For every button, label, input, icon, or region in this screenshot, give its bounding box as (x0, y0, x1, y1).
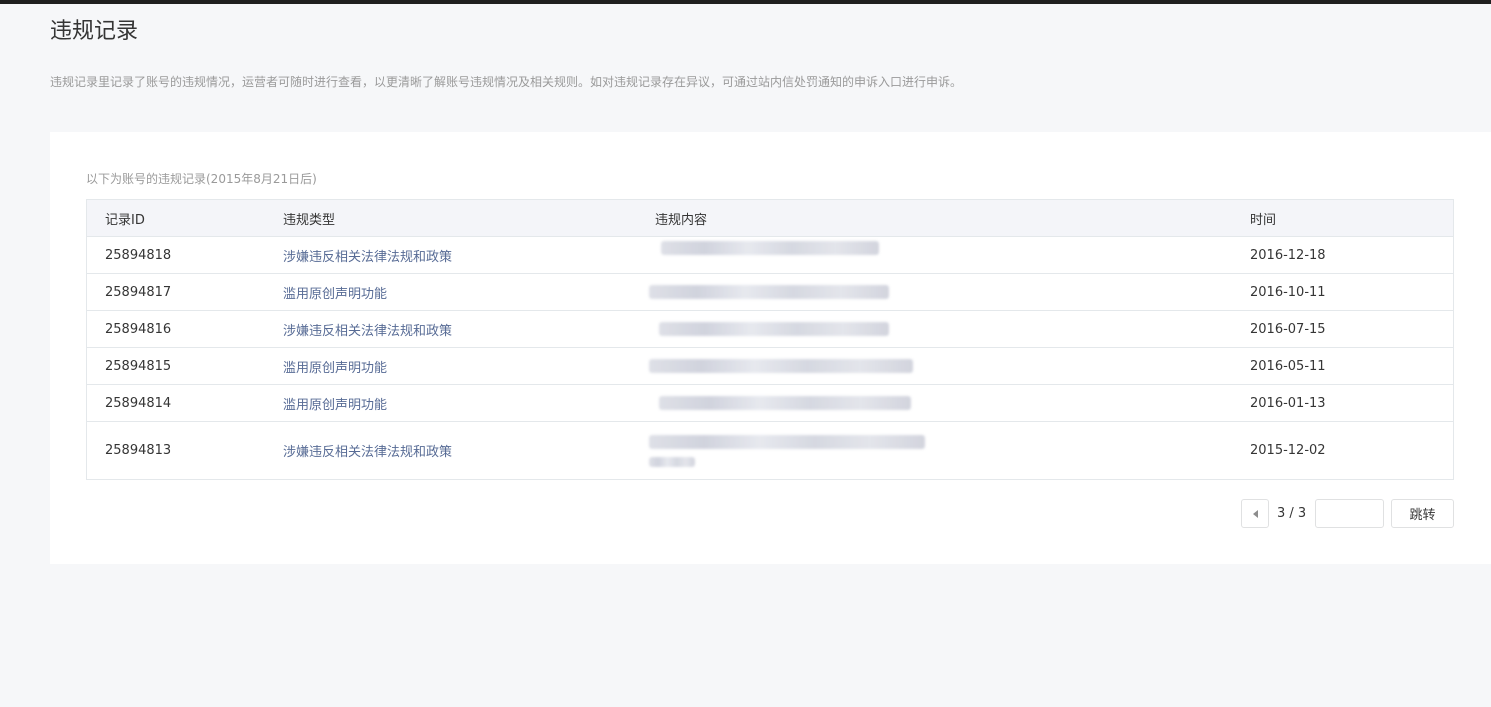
row-record-id: 25894816 (105, 321, 172, 337)
caret-left-icon (1252, 509, 1258, 518)
row-violation-content-redacted (655, 237, 879, 273)
jump-button[interactable]: 跳转 (1391, 499, 1454, 528)
row-violation-content-redacted (649, 422, 931, 479)
page-indicator: 3 / 3 (1277, 506, 1307, 521)
row-violation-type: 滥用原创声明功能 (283, 360, 388, 376)
row-record-id: 25894814 (105, 395, 172, 411)
row-record-id: 25894815 (105, 358, 172, 374)
row-time: 2016-05-11 (1250, 358, 1326, 374)
table-row: 25894815 滥用原创声明功能 2016-05-11 (87, 348, 1453, 385)
row-violation-content-redacted (649, 348, 919, 384)
table-row: 25894817 滥用原创声明功能 2016-10-11 (87, 274, 1453, 311)
row-violation-content-redacted (655, 311, 889, 347)
row-record-id: 25894813 (105, 443, 172, 458)
records-panel: 以下为账号的违规记录(2015年8月21日后) 记录ID 违规类型 违规内容 时… (50, 132, 1491, 564)
violation-table: 记录ID 违规类型 违规内容 时间 25894818 涉嫌违反相关法律法规和政策… (86, 199, 1454, 480)
header-record-id: 记录ID (105, 212, 145, 228)
top-bar (0, 0, 1491, 4)
row-violation-type: 滥用原创声明功能 (283, 397, 388, 413)
panel-subtitle: 以下为账号的违规记录(2015年8月21日后) (86, 172, 317, 186)
page-description: 违规记录里记录了账号的违规情况，运营者可随时进行查看，以更清晰了解账号违规情况及… (50, 75, 963, 89)
table-row: 25894813 涉嫌违反相关法律法规和政策 2015-12-02 (87, 422, 1453, 479)
page-title: 违规记录 (50, 19, 139, 44)
row-violation-content-redacted (649, 274, 895, 310)
row-violation-type: 涉嫌违反相关法律法规和政策 (283, 249, 453, 265)
header-violation-content: 违规内容 (655, 212, 708, 228)
prev-page-button[interactable] (1241, 499, 1269, 528)
row-record-id: 25894818 (105, 247, 172, 263)
row-time: 2015-12-02 (1250, 443, 1326, 458)
table-row: 25894816 涉嫌违反相关法律法规和政策 2016-07-15 (87, 311, 1453, 348)
row-violation-content-redacted (655, 385, 911, 421)
row-violation-type: 涉嫌违反相关法律法规和政策 (283, 445, 453, 460)
table-row: 25894818 涉嫌违反相关法律法规和政策 2016-12-18 (87, 237, 1453, 274)
page-number-input[interactable] (1315, 499, 1384, 528)
row-time: 2016-07-15 (1250, 321, 1326, 337)
row-record-id: 25894817 (105, 284, 172, 300)
table-row: 25894814 滥用原创声明功能 2016-01-13 (87, 385, 1453, 422)
row-time: 2016-12-18 (1250, 247, 1326, 263)
row-violation-type: 滥用原创声明功能 (283, 286, 388, 302)
row-time: 2016-01-13 (1250, 395, 1326, 411)
row-time: 2016-10-11 (1250, 284, 1326, 300)
table-header: 记录ID 违规类型 违规内容 时间 (87, 200, 1453, 237)
header-time: 时间 (1250, 212, 1277, 228)
header-violation-type: 违规类型 (283, 212, 336, 228)
row-violation-type: 涉嫌违反相关法律法规和政策 (283, 323, 453, 339)
